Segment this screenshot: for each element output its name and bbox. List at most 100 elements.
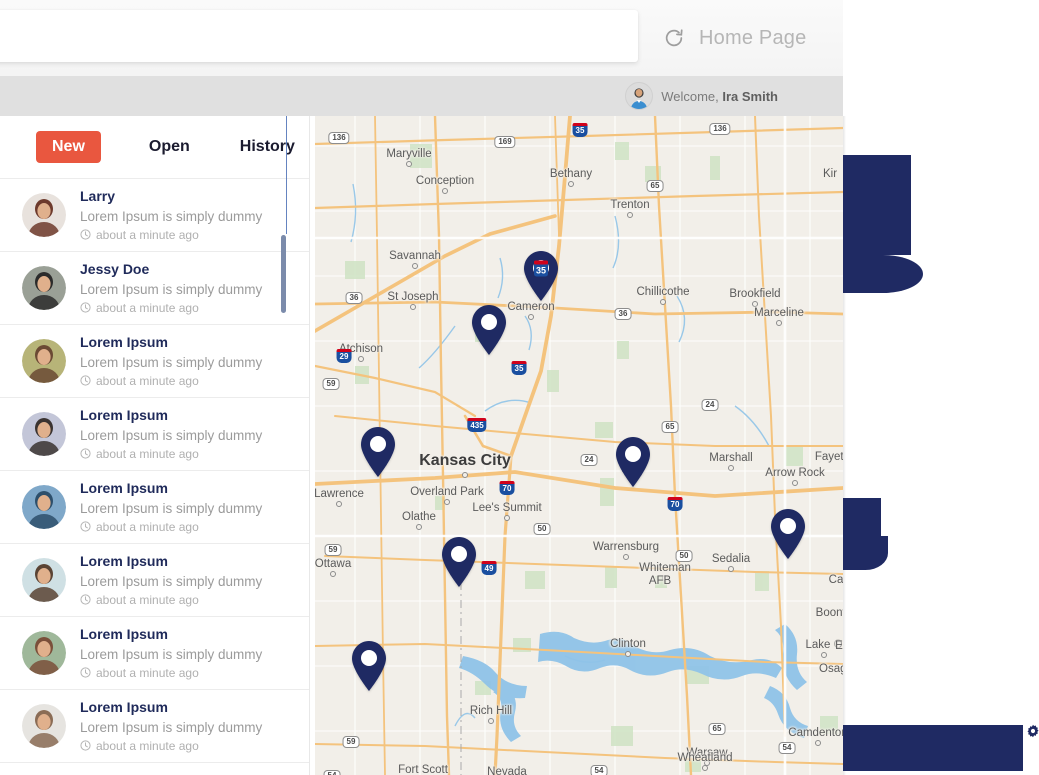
- list-item[interactable]: Lorem IpsumLorem Ipsum is simply dummyab…: [0, 543, 309, 616]
- right-panel-middle[interactable]: [843, 498, 881, 536]
- header-search-card[interactable]: [0, 10, 638, 62]
- list-item[interactable]: Lorem Ipsum Lorem Ipsum is simply dummy ab…: [0, 616, 309, 689]
- list-item[interactable]: Lorem IpsumLorem Ipsum is simply dummyab…: [0, 762, 309, 775]
- list-item-body: Lorem Ipsum Lorem Ipsum is simply dummy ab…: [80, 626, 295, 679]
- list-item-title: Lorem Ipsum: [80, 480, 168, 497]
- list-item-description: Lorem Ipsum is simply dummy: [80, 719, 263, 735]
- map-place-dot: [792, 480, 798, 486]
- list-item-description: Lorem Ipsum is simply dummy: [80, 427, 263, 443]
- list-item-body: Lorem Ipsum Lorem Ipsum is simply dummy ab…: [80, 334, 295, 387]
- route-shield-icon: 24: [701, 399, 719, 411]
- list-item-time: about a minute ago: [96, 665, 199, 680]
- sidebar: New Open History Larry Lorem Ipsum is sim…: [0, 116, 310, 775]
- tab-new[interactable]: New: [36, 131, 101, 163]
- right-panel-bottom-bar[interactable]: [843, 725, 1023, 771]
- list-item-body: Lorem Ipsum Lorem Ipsum is simply dummy ab…: [80, 699, 295, 752]
- app-root: Home Page Welcome, Ira Smith New Open Hi…: [0, 0, 1039, 775]
- route-shield-icon: 70: [667, 497, 683, 511]
- map-place-dot: [488, 718, 494, 724]
- avatar: [22, 704, 66, 748]
- route-shield-icon: 65: [661, 421, 679, 433]
- route-shield-icon: 29: [336, 349, 352, 363]
- clock-icon: [80, 375, 91, 386]
- list-item-meta: about a minute ago: [80, 520, 295, 534]
- map-marker-pin[interactable]: [469, 304, 509, 356]
- list-item[interactable]: Lorem Ipsum Lorem Ipsum is simply dummy ab…: [0, 689, 309, 762]
- top-header-bar: Home Page: [0, 0, 843, 76]
- map-place-dot: [330, 571, 336, 577]
- map-view[interactable]: Maryville Bethany Kir Conception Trenton Chil…: [315, 116, 843, 775]
- clock-icon: [80, 667, 91, 678]
- map-marker-pin[interactable]: [358, 426, 398, 478]
- tab-open[interactable]: Open: [133, 131, 206, 163]
- list-item-title: Lorem Ipsum: [80, 626, 168, 643]
- map-place-dot: [660, 299, 666, 305]
- map-place-dot: [815, 740, 821, 746]
- list-item[interactable]: Lorem IpsumLorem Ipsum is simply dummyab…: [0, 397, 309, 470]
- route-shield-icon: 35: [572, 123, 588, 137]
- map-place-dot: [662, 575, 668, 581]
- refresh-icon[interactable]: [663, 27, 685, 49]
- list-item-time: about a minute ago: [96, 446, 199, 461]
- map-place-dot: [528, 314, 534, 320]
- list-item-body: Larry Lorem Ipsum is simply dummy about a …: [80, 188, 295, 241]
- route-shield-icon: 36: [614, 308, 632, 320]
- welcome-prefix: Welcome,: [661, 88, 719, 104]
- map-marker-pin[interactable]: [613, 436, 653, 488]
- list-item-time: about a minute ago: [96, 592, 199, 607]
- tab-history[interactable]: History: [224, 131, 309, 163]
- svg-text:35: 35: [536, 266, 546, 276]
- right-panel-top[interactable]: [843, 155, 911, 255]
- clock-icon: [80, 448, 91, 459]
- map-place-dot: [416, 524, 422, 530]
- map-place-dot: [444, 499, 450, 505]
- list-item-title: Lorem Ipsum: [80, 553, 168, 570]
- avatar: [22, 266, 66, 310]
- route-shield-icon: 54: [590, 765, 608, 775]
- avatar: [22, 412, 66, 456]
- list-item-description: Lorem Ipsum is simply dummy: [80, 354, 263, 370]
- map-place-dot: [728, 566, 734, 572]
- list-item-description: Lorem Ipsum is simply dummy: [80, 646, 263, 662]
- list-item-title: Jessy Doe: [80, 261, 150, 278]
- list-item-time: about a minute ago: [96, 519, 199, 534]
- map-marker-pin[interactable]: 35: [521, 250, 561, 302]
- list-item-title: Lorem Ipsum: [80, 334, 168, 351]
- route-shield-icon: 59: [322, 378, 340, 390]
- list-item[interactable]: Lorem Ipsum Lorem Ipsum is simply dummy ab…: [0, 324, 309, 397]
- map-marker-pin[interactable]: [349, 640, 389, 692]
- list-item-title: Lorem Ipsum: [80, 699, 168, 716]
- map-marker-pin[interactable]: [439, 536, 479, 588]
- right-panel-middle-tail: [843, 536, 888, 570]
- map-marker-pin[interactable]: [768, 508, 808, 560]
- avatar: [22, 485, 66, 529]
- map-place-dot: [442, 188, 448, 194]
- scrollbar-thumb[interactable]: [281, 235, 286, 313]
- list-item-body: Lorem Ipsum Lorem Ipsum is simply dummy ab…: [80, 553, 295, 606]
- map-place-dot: [358, 356, 364, 362]
- list-item[interactable]: Lorem IpsumLorem Ipsum is simply dummyab…: [0, 470, 309, 543]
- clock-icon: [80, 521, 91, 532]
- list-item[interactable]: Jessy Doe Lorem Ipsum is simply dummy abou…: [0, 251, 309, 324]
- route-shield-icon: 435: [467, 418, 487, 432]
- request-list[interactable]: Larry Lorem Ipsum is simply dummy about a …: [0, 178, 309, 775]
- avatar: [22, 631, 66, 675]
- map-place-dot: [504, 515, 510, 521]
- route-shield-icon: 50: [533, 523, 551, 535]
- list-item-time: about a minute ago: [96, 373, 199, 388]
- welcome-user-group[interactable]: Welcome, Ira Smith: [625, 76, 778, 116]
- list-item-meta: about a minute ago: [80, 593, 295, 607]
- map-place-dot: [728, 465, 734, 471]
- gear-icon[interactable]: [1026, 724, 1039, 738]
- map-place-dot: [776, 320, 782, 326]
- list-item[interactable]: Larry Lorem Ipsum is simply dummy about a …: [0, 178, 309, 251]
- list-item-time: about a minute ago: [96, 738, 199, 753]
- route-shield-icon: 59: [324, 544, 342, 556]
- route-shield-icon: 65: [646, 180, 664, 192]
- avatar: [22, 558, 66, 602]
- tab-bar: New Open History: [0, 116, 309, 178]
- clock-icon: [80, 594, 91, 605]
- scrollbar-track[interactable]: [286, 116, 287, 234]
- list-item-title: Larry: [80, 188, 116, 205]
- map-place-dot: [412, 263, 418, 269]
